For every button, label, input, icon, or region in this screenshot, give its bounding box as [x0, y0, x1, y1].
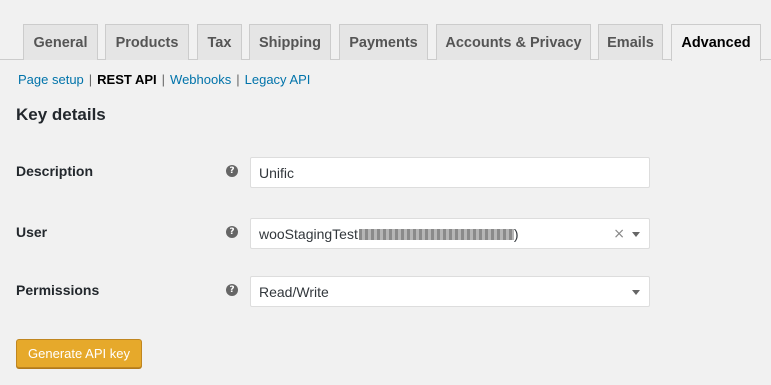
tab-accounts-privacy[interactable]: Accounts & Privacy [436, 24, 591, 60]
tab-general[interactable]: General [23, 24, 98, 60]
section-title: Key details [16, 105, 106, 124]
generate-api-key-button[interactable]: Generate API key [16, 339, 142, 368]
permissions-select[interactable]: Read/Write [250, 276, 650, 307]
subnav-legacy-api-link[interactable]: Legacy API [245, 72, 311, 87]
user-name-text: wooStagingTest [259, 225, 358, 242]
permissions-label: Permissions [16, 282, 100, 298]
description-field[interactable] [250, 157, 650, 188]
user-suffix-text: ) [513, 225, 519, 242]
redacted-email [358, 229, 514, 241]
subnav-separator: | [161, 71, 166, 87]
chevron-down-icon[interactable] [632, 232, 640, 237]
help-icon[interactable]: ? [226, 226, 238, 238]
subnav-rest-api-current: REST API [97, 71, 157, 87]
tab-tax[interactable]: Tax [197, 24, 242, 60]
tab-advanced[interactable]: Advanced [671, 24, 761, 61]
permissions-select-value: Read/Write [259, 283, 329, 300]
subnav-webhooks-link[interactable]: Webhooks [170, 72, 231, 87]
subnav-separator: | [236, 71, 240, 87]
subnav-separator: | [88, 71, 93, 87]
tab-products[interactable]: Products [105, 24, 189, 60]
settings-tabs: General Products Tax Shipping Payments A… [0, 0, 771, 61]
tab-payments[interactable]: Payments [339, 24, 428, 60]
chevron-down-icon[interactable] [632, 290, 640, 295]
section-subnav: Page setup | REST API | Webhooks | Legac… [18, 70, 310, 88]
user-select[interactable]: wooStagingTest) × [250, 218, 650, 249]
user-label: User [16, 224, 48, 240]
description-label: Description [16, 163, 94, 179]
tab-emails[interactable]: Emails [598, 24, 663, 60]
help-icon[interactable]: ? [226, 284, 238, 296]
user-select-value: wooStagingTest) [259, 226, 641, 242]
description-input[interactable] [259, 158, 641, 187]
tab-shipping[interactable]: Shipping [249, 24, 331, 60]
help-icon[interactable]: ? [226, 165, 238, 177]
clear-icon[interactable]: × [613, 226, 625, 242]
subnav-page-setup-link[interactable]: Page setup [18, 72, 84, 87]
